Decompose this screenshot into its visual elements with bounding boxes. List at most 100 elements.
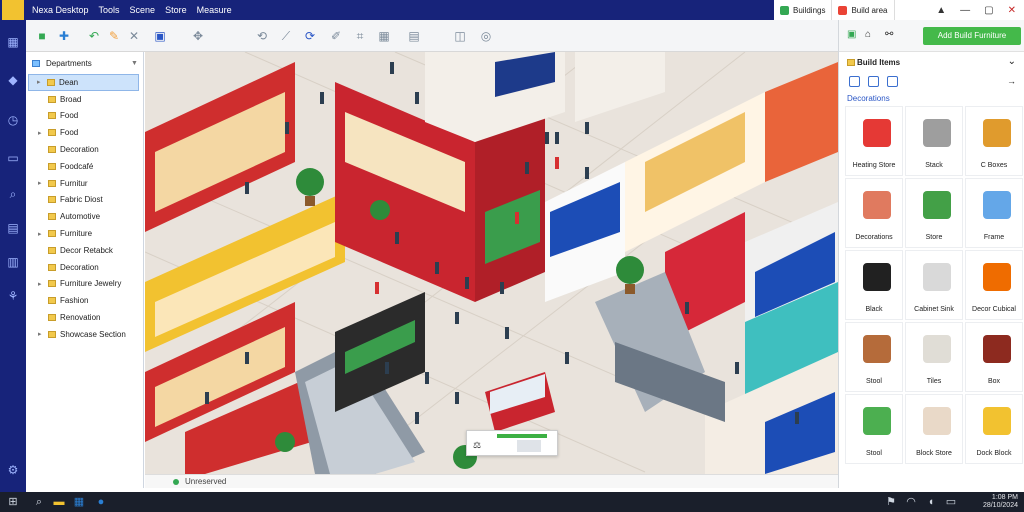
folder-icon[interactable]: ▭ xyxy=(5,150,21,166)
volume-icon[interactable]: ◖ xyxy=(924,495,938,509)
tree-item[interactable]: Automotive xyxy=(26,208,143,225)
tree-item[interactable]: ▸ Furnitur xyxy=(26,175,143,192)
build-item[interactable]: Frame xyxy=(965,178,1023,248)
tree-item[interactable]: ▸ Furniture xyxy=(26,225,143,242)
tree-item[interactable]: ▸ Furniture Jewelry xyxy=(26,276,143,293)
view-detail-icon[interactable] xyxy=(887,76,898,87)
tag-icon[interactable]: ⌂ xyxy=(865,29,871,40)
wifi-icon[interactable]: ◠ xyxy=(904,495,918,509)
collapse-icon[interactable]: ▲ xyxy=(936,5,946,16)
build-item-label: Store xyxy=(925,234,943,241)
cube-icon[interactable]: ■ xyxy=(34,28,50,44)
start-icon[interactable]: ⊞ xyxy=(6,495,20,509)
chevron-right-icon[interactable]: ▸ xyxy=(38,129,44,137)
chevron-right-icon[interactable]: ▸ xyxy=(38,280,44,288)
leaf-icon[interactable]: ▣ xyxy=(847,29,856,40)
store-icon[interactable]: ▦ xyxy=(72,495,86,509)
add-build-furniture-button[interactable]: Add Build Furniture xyxy=(923,27,1021,45)
build-item[interactable]: Dock Block xyxy=(965,394,1023,464)
pen-icon[interactable]: ✐ xyxy=(328,28,344,44)
close-tool-icon[interactable]: ✕ xyxy=(126,28,142,44)
bird-icon[interactable]: ◆ xyxy=(5,72,21,88)
build-item[interactable]: Black xyxy=(845,250,903,320)
build-item[interactable]: Block Store xyxy=(905,394,963,464)
wall-icon[interactable]: ⌗ xyxy=(352,28,368,44)
link-icon[interactable]: ⚯ xyxy=(885,29,893,40)
tree-item[interactable]: Renovation xyxy=(26,309,143,326)
network-icon[interactable]: ⚘ xyxy=(5,288,21,304)
menu-item[interactable]: Nexa Desktop xyxy=(32,5,89,15)
chevron-right-icon[interactable]: ▸ xyxy=(38,330,44,338)
clock[interactable]: 1:08 PM 28/10/2024 xyxy=(983,494,1018,510)
chevron-right-icon[interactable]: ▸ xyxy=(38,230,44,238)
chart-icon[interactable]: ▥ xyxy=(5,254,21,270)
view-list-icon[interactable] xyxy=(868,76,879,87)
tree-item[interactable]: ▸ Showcase Section xyxy=(26,326,143,343)
floorplan-icon[interactable]: ◫ xyxy=(452,28,468,44)
build-item[interactable]: Cabinet Sink xyxy=(905,250,963,320)
build-item[interactable]: C Boxes xyxy=(965,106,1023,176)
build-item[interactable]: Stool xyxy=(845,394,903,464)
camera-icon[interactable]: ◎ xyxy=(478,28,494,44)
build-item[interactable]: Store xyxy=(905,178,963,248)
arrow-right-icon[interactable]: → xyxy=(1007,76,1016,86)
battery-icon[interactable]: ▭ xyxy=(944,495,958,509)
tree-item[interactable]: Broad xyxy=(26,91,143,108)
browser-icon[interactable]: ● xyxy=(94,495,108,509)
scale-icon[interactable]: ⚖ xyxy=(473,440,487,452)
build-item[interactable]: Decorations xyxy=(845,178,903,248)
sync-icon[interactable]: ⟳ xyxy=(302,28,318,44)
brush-icon[interactable]: ✎ xyxy=(106,28,122,44)
build-item[interactable]: Stack xyxy=(905,106,963,176)
build-item[interactable]: Stool xyxy=(845,322,903,392)
tree-item[interactable]: Foodcafé xyxy=(26,158,143,175)
build-item[interactable]: Decor Cubical xyxy=(965,250,1023,320)
scene-viewport[interactable]: ⚖ xyxy=(145,52,838,474)
menu-item[interactable]: Tools xyxy=(99,5,120,15)
tree-item[interactable]: Food xyxy=(26,108,143,125)
build-item-label: Box xyxy=(987,378,1001,385)
view-grid-icon[interactable] xyxy=(849,76,860,87)
compass-icon[interactable]: ◷ xyxy=(5,112,21,128)
chevron-down-icon[interactable]: ▼ xyxy=(131,60,138,67)
tab-build-area[interactable]: Build area xyxy=(832,0,895,20)
search-icon[interactable]: ⌕ xyxy=(5,186,21,202)
settings-icon[interactable]: ⚙ xyxy=(5,462,21,478)
grid-tool-icon[interactable]: ▦ xyxy=(376,28,392,44)
grid-icon[interactable]: ▦ xyxy=(5,34,21,50)
tree-item[interactable]: Decoration xyxy=(26,141,143,158)
tree-item[interactable]: Decoration xyxy=(26,259,143,276)
item-thumbnail-icon xyxy=(923,119,951,147)
move-icon[interactable]: ✥ xyxy=(190,28,206,44)
tree-header[interactable]: Departments ▼ xyxy=(26,52,143,74)
tree-item[interactable]: Fabric Diost xyxy=(26,192,143,209)
menu-item[interactable]: Store xyxy=(165,5,187,15)
view-toggle[interactable] xyxy=(517,440,541,452)
document-icon[interactable]: ▤ xyxy=(5,220,21,236)
undo-icon[interactable]: ↶ xyxy=(86,28,102,44)
minimize-icon[interactable]: — xyxy=(960,5,970,16)
menu-item[interactable]: Scene xyxy=(130,5,156,15)
collapse-panel-icon[interactable]: ⌄ xyxy=(1008,56,1016,67)
add-icon[interactable]: ✚ xyxy=(56,28,72,44)
build-item[interactable]: Heating Store xyxy=(845,106,903,176)
tray-icon[interactable]: ⚑ xyxy=(884,495,898,509)
build-item[interactable]: Box xyxy=(965,322,1023,392)
maximize-icon[interactable]: ▢ xyxy=(984,5,993,16)
menu-item[interactable]: Measure xyxy=(197,5,232,15)
measure-icon[interactable]: ⟋ xyxy=(278,28,294,44)
tab-buildings[interactable]: Buildings xyxy=(774,0,833,20)
build-item[interactable]: Tiles xyxy=(905,322,963,392)
tree-item[interactable]: Decor Retabck xyxy=(26,242,143,259)
chevron-right-icon[interactable]: ▸ xyxy=(38,179,44,187)
tree-item[interactable]: ▸ Food xyxy=(26,124,143,141)
layers-icon[interactable]: ▤ xyxy=(406,28,422,44)
tree-item[interactable]: Fashion xyxy=(26,292,143,309)
chevron-right-icon[interactable]: ▸ xyxy=(37,78,43,86)
file-explorer-icon[interactable]: ▬ xyxy=(52,495,66,509)
select-icon[interactable]: ▣ xyxy=(152,28,168,44)
tree-item[interactable]: ▸ Dean xyxy=(28,74,139,91)
close-icon[interactable]: ✕ xyxy=(1008,5,1016,16)
search-icon[interactable]: ⌕ xyxy=(32,495,46,509)
rotate-icon[interactable]: ⟲ xyxy=(254,28,270,44)
